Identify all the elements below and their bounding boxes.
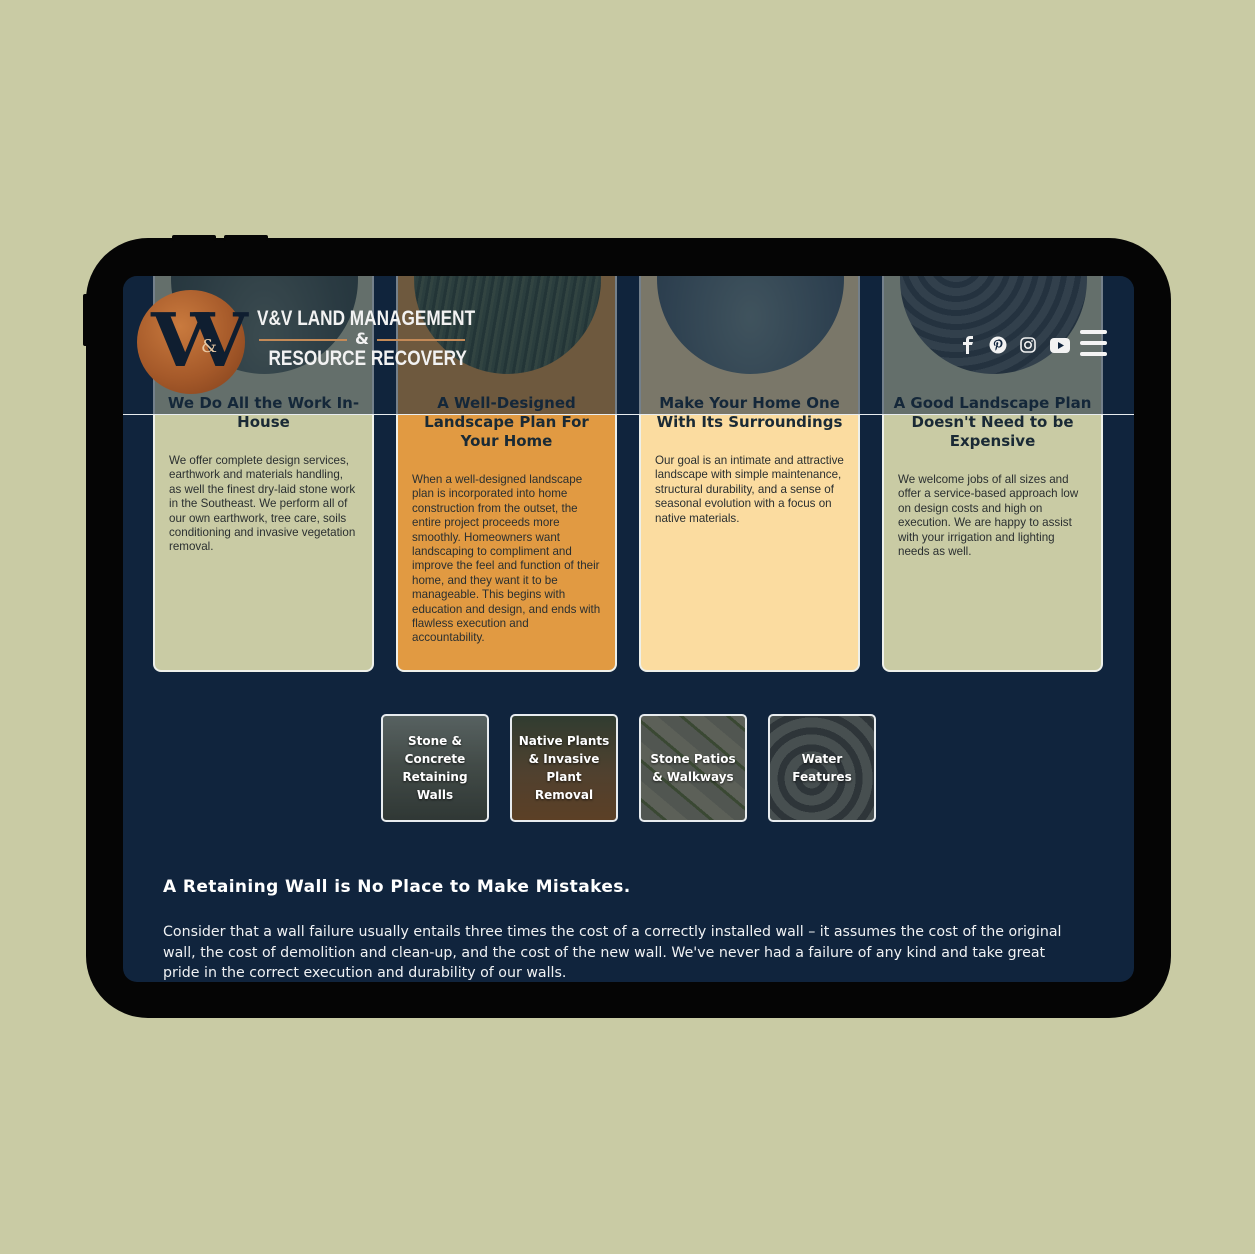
instagram-icon[interactable] (1017, 334, 1039, 356)
tablet-button (224, 235, 268, 241)
service-tile-stone-patios[interactable]: Stone Patios & Walkways (639, 714, 747, 822)
tablet-button (83, 294, 89, 346)
logo-wordmark[interactable]: V&V LAND MANAGEMENT & RESOURCE RECOVERY (257, 306, 476, 372)
service-tile-native-plants[interactable]: Native Plants & Invasive Plant Removal (510, 714, 618, 822)
site-header: VV & V&V LAND MANAGEMENT & RESOURCE RECO… (123, 276, 1134, 415)
logo-line-1: V&V LAND MANAGEMENT (257, 307, 476, 330)
logo-ampersand: & (257, 331, 467, 347)
service-tile-retaining-walls[interactable]: Stone & Concrete Retaining Walls (381, 714, 489, 822)
pinterest-icon[interactable] (987, 334, 1009, 356)
website-screen: We Do All the Work In-House We offer com… (123, 276, 1134, 982)
service-tile-water-features[interactable]: Water Features (768, 714, 876, 822)
section-heading: A Retaining Wall is No Place to Make Mis… (163, 877, 631, 897)
youtube-icon[interactable] (1049, 334, 1071, 356)
service-tile-label: Native Plants & Invasive Plant Removal (518, 734, 610, 802)
logo-monogram-icon: VV (151, 298, 248, 384)
card-body: Our goal is an intimate and attractive l… (655, 454, 844, 525)
facebook-icon[interactable] (957, 334, 979, 356)
hamburger-menu-icon[interactable] (1080, 330, 1107, 356)
service-tile-label: Stone Patios & Walkways (650, 752, 736, 784)
card-body: We welcome jobs of all sizes and offer a… (898, 473, 1079, 559)
logo-line-2: RESOURCE RECOVERY (268, 347, 467, 370)
logo-monogram-amp: & (201, 336, 218, 357)
card-body: When a well-designed landscape plan is i… (412, 473, 601, 645)
logo-emblem[interactable]: VV & (137, 290, 248, 394)
social-links (949, 334, 1071, 356)
service-tile-label: Water Features (792, 752, 852, 784)
tablet-button (172, 235, 216, 241)
service-tile-label: Stone & Concrete Retaining Walls (402, 734, 468, 802)
card-body: We offer complete design services, earth… (169, 454, 356, 554)
section-paragraph: Consider that a wall failure usually ent… (163, 924, 1062, 981)
